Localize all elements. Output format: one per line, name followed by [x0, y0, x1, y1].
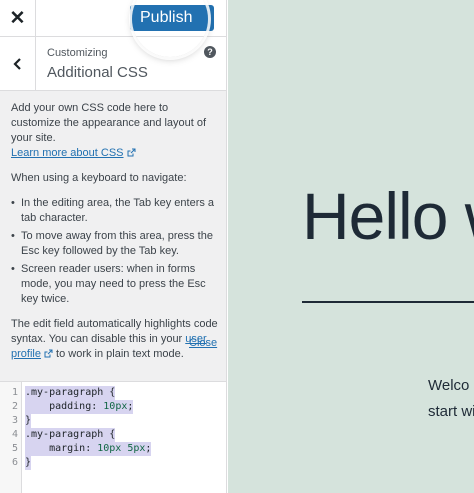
- list-item: To move away from this area, press the E…: [11, 229, 219, 259]
- help-icon[interactable]: ?: [204, 46, 216, 58]
- code-line[interactable]: }: [25, 456, 32, 470]
- line-number: 6: [11, 457, 18, 468]
- section-header: Customizing Additional CSS: [0, 37, 226, 91]
- code-line[interactable]: .my-paragraph {: [25, 386, 116, 400]
- keyboard-tips-list: In the editing area, the Tab key enters …: [11, 196, 219, 307]
- line-number: 1: [11, 387, 18, 398]
- css-code-editor[interactable]: 1 2 3 4 5 6 .my-paragraph { padding: 10p…: [0, 381, 226, 493]
- publish-button[interactable]: Publish: [130, 5, 214, 31]
- learn-more-link[interactable]: Learn more about CSS: [11, 147, 124, 159]
- external-link-icon: [44, 349, 53, 358]
- chevron-left-icon: [12, 58, 21, 70]
- line-number: 2: [11, 401, 18, 412]
- breadcrumb: Customizing: [47, 47, 108, 59]
- keyboard-heading: When using a keyboard to navigate:: [11, 172, 187, 184]
- list-item: In the editing area, the Tab key enters …: [11, 196, 219, 226]
- list-item: Screen reader users: when in forms mode,…: [11, 262, 219, 307]
- intro-text: Add your own CSS code here to customize …: [11, 102, 207, 159]
- preview-text-line: Welco: [428, 377, 470, 394]
- line-number: 5: [11, 443, 18, 454]
- preview-text-line: start wi: [428, 403, 474, 420]
- preview-separator: [302, 301, 474, 303]
- close-customizer-button[interactable]: ✕: [0, 0, 36, 37]
- preview-heading: Hello w: [302, 179, 474, 253]
- back-button[interactable]: [0, 37, 36, 91]
- css-description: Add your own CSS code here to customize …: [11, 101, 219, 372]
- section-title: Additional CSS: [47, 64, 148, 81]
- customizer-header: ✕ Publish: [0, 0, 226, 37]
- external-link-icon: [127, 148, 136, 157]
- line-number-gutter: 1 2 3 4 5 6: [0, 382, 22, 493]
- syntax-highlight-note: The edit field automatically highlights …: [11, 318, 218, 360]
- code-line[interactable]: padding: 10px;: [25, 400, 134, 414]
- line-number: 3: [11, 415, 18, 426]
- code-line[interactable]: .my-paragraph {: [25, 428, 116, 442]
- code-line[interactable]: }: [25, 414, 32, 428]
- code-line[interactable]: margin: 10px 5px;: [25, 442, 152, 456]
- line-number: 4: [11, 429, 18, 440]
- site-preview: Hello w Welco start wi: [228, 0, 474, 493]
- close-link[interactable]: Close: [189, 337, 217, 349]
- customizer-panel: ✕ Publish Customizing Additional CSS ? A…: [0, 0, 227, 493]
- close-icon: ✕: [9, 8, 26, 29]
